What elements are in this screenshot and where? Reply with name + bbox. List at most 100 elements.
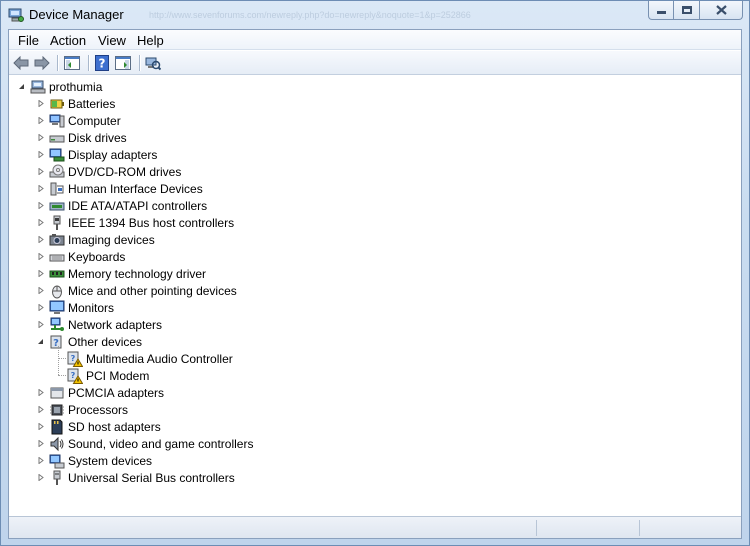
expand-arrow-icon[interactable] xyxy=(36,422,45,431)
expand-arrow-icon[interactable] xyxy=(36,218,45,227)
tree-category[interactable]: Disk drives xyxy=(36,129,127,146)
expand-arrow-icon[interactable] xyxy=(36,201,45,210)
show-hide-console-tree-icon xyxy=(64,56,80,70)
svg-text:?: ? xyxy=(99,57,106,71)
tree-category[interactable]: Keyboards xyxy=(36,248,125,265)
menu-view[interactable]: View xyxy=(98,33,126,48)
tree-category[interactable]: Sound, video and game controllers xyxy=(36,435,253,452)
expand-arrow-icon[interactable] xyxy=(36,473,45,482)
expand-arrow-icon[interactable] xyxy=(36,235,45,244)
forward-button[interactable] xyxy=(33,54,51,72)
expand-arrow-icon[interactable] xyxy=(36,252,45,261)
expand-arrow-icon[interactable] xyxy=(36,439,45,448)
tree-device[interactable]: ? PCI Modem xyxy=(67,367,149,384)
menu-help[interactable]: Help xyxy=(137,33,164,48)
expand-arrow-icon[interactable] xyxy=(36,286,45,295)
back-arrow-icon xyxy=(13,56,29,70)
tree-category-label: Processors xyxy=(68,402,129,417)
firewire-icon xyxy=(49,215,65,231)
network-adapter-icon xyxy=(49,317,65,333)
expand-arrow-icon[interactable] xyxy=(36,150,45,159)
pcmcia-icon xyxy=(49,385,65,401)
minimize-button[interactable] xyxy=(648,1,674,20)
menu-file[interactable]: File xyxy=(18,33,39,48)
scan-hardware-button[interactable] xyxy=(144,54,162,72)
tree-category[interactable]: Computer xyxy=(36,112,121,129)
tree-category-label: Sound, video and game controllers xyxy=(68,436,254,451)
tree-category-label: Universal Serial Bus controllers xyxy=(68,470,235,485)
minimize-icon xyxy=(656,11,666,14)
tree-category[interactable]: Monitors xyxy=(36,299,114,316)
tree-category[interactable]: IDE ATA/ATAPI controllers xyxy=(36,197,207,214)
tree-category[interactable]: Universal Serial Bus controllers xyxy=(36,469,235,486)
title-bar[interactable]: Device Manager http://www.sevenforums.co… xyxy=(1,1,749,29)
expand-arrow-icon[interactable] xyxy=(36,320,45,329)
properties-pane-button[interactable] xyxy=(114,54,132,72)
tree-category-label: SD host adapters xyxy=(68,419,161,434)
tree-category[interactable]: Imaging devices xyxy=(36,231,155,248)
tree-category[interactable]: Batteries xyxy=(36,95,115,112)
help-button[interactable]: ? xyxy=(93,54,111,72)
disk-drive-icon xyxy=(49,130,65,146)
expand-arrow-icon[interactable] xyxy=(36,167,45,176)
tree-device[interactable]: ? Multimedia Audio Controller xyxy=(67,350,233,367)
tree-category[interactable]: Mice and other pointing devices xyxy=(36,282,237,299)
expand-arrow-icon[interactable] xyxy=(36,303,45,312)
tree-category-label: IEEE 1394 Bus host controllers xyxy=(68,215,235,230)
tree-category-label: DVD/CD-ROM drives xyxy=(68,164,182,179)
client-area: File Action View Help ? prothumia Batter… xyxy=(8,29,742,539)
tree-category[interactable]: Processors xyxy=(36,401,128,418)
collapse-arrow-icon[interactable] xyxy=(17,82,26,91)
expand-arrow-icon[interactable] xyxy=(36,405,45,414)
collapse-arrow-icon[interactable] xyxy=(36,337,45,346)
tree-root-label: prothumia xyxy=(49,79,103,94)
tree-category[interactable]: System devices xyxy=(36,452,152,469)
tree-category[interactable]: Memory technology driver xyxy=(36,265,206,282)
tree-category[interactable]: Display adapters xyxy=(36,146,157,163)
menu-action[interactable]: Action xyxy=(50,33,86,48)
computer-icon xyxy=(49,113,65,129)
expand-arrow-icon[interactable] xyxy=(36,269,45,278)
tree-category[interactable]: Human Interface Devices xyxy=(36,180,203,197)
show-hide-tree-button[interactable] xyxy=(63,54,81,72)
maximize-button[interactable] xyxy=(674,1,700,20)
tree-category-label: Display adapters xyxy=(68,147,158,162)
tree-category-label: Imaging devices xyxy=(68,232,155,247)
tree-connector xyxy=(58,375,66,376)
display-adapter-icon xyxy=(49,147,65,163)
computer-root-icon xyxy=(30,79,46,95)
tree-category-label: Network adapters xyxy=(68,317,163,332)
tree-category[interactable]: ? Other devices xyxy=(36,333,142,350)
status-pane xyxy=(536,520,537,536)
expand-arrow-icon[interactable] xyxy=(36,133,45,142)
tree-category-label: Keyboards xyxy=(68,249,126,264)
expand-arrow-icon[interactable] xyxy=(36,184,45,193)
tree-device-label: PCI Modem xyxy=(86,368,150,383)
tree-category-label: PCMCIA adapters xyxy=(68,385,165,400)
tree-root[interactable]: prothumia xyxy=(17,78,102,95)
back-button[interactable] xyxy=(12,54,30,72)
expand-arrow-icon[interactable] xyxy=(36,116,45,125)
menu-bar: File Action View Help xyxy=(9,30,741,50)
warning-device-icon: ? xyxy=(67,368,83,384)
maximize-icon xyxy=(681,6,692,14)
tree-device-label: Multimedia Audio Controller xyxy=(86,351,233,366)
keyboard-icon xyxy=(49,249,65,265)
properties-pane-icon xyxy=(115,56,131,70)
system-device-icon xyxy=(49,453,65,469)
memory-icon xyxy=(49,266,65,282)
tree-category[interactable]: PCMCIA adapters xyxy=(36,384,164,401)
tree-category[interactable]: Network adapters xyxy=(36,316,162,333)
expand-arrow-icon[interactable] xyxy=(36,388,45,397)
tree-category[interactable]: IEEE 1394 Bus host controllers xyxy=(36,214,234,231)
usb-icon xyxy=(49,470,65,486)
expand-arrow-icon[interactable] xyxy=(36,456,45,465)
device-tree[interactable]: prothumia Batteries Computer Disk drives Di… xyxy=(9,76,741,516)
close-button[interactable] xyxy=(700,1,743,20)
tree-category[interactable]: DVD/CD-ROM drives xyxy=(36,163,181,180)
tree-category[interactable]: SD host adapters xyxy=(36,418,161,435)
expand-arrow-icon[interactable] xyxy=(36,99,45,108)
tree-connector xyxy=(58,346,59,375)
toolbar-separator xyxy=(57,55,58,71)
tree-category-label: Memory technology driver xyxy=(68,266,207,281)
